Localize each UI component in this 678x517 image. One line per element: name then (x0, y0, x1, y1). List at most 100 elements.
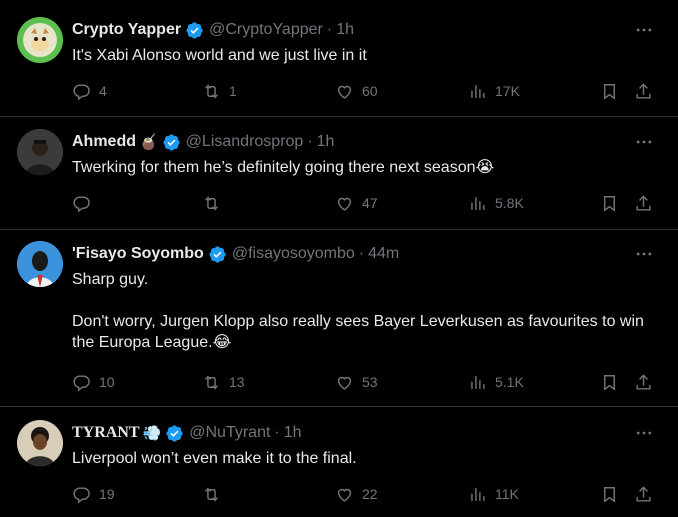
more-options-icon[interactable] (634, 20, 654, 40)
bookmark-button[interactable] (600, 81, 619, 101)
tweet-header: Ahmedd 🧉 @Lisandrosprop · 1h (72, 131, 334, 153)
tweet-3[interactable]: 'Fisayo Soyombo @fisayosoyombo · 44m Sha… (0, 230, 678, 407)
like-button[interactable]: 60 (335, 81, 378, 101)
like-button[interactable]: 53 (335, 372, 378, 392)
timestamp[interactable]: 44m (368, 245, 399, 263)
analytics-icon (471, 375, 485, 389)
author-handle[interactable]: @NuTyrant (189, 424, 270, 442)
timestamp[interactable]: 1h (336, 21, 354, 39)
tweet-header: Crypto Yapper @CryptoYapper · 1h (72, 19, 354, 41)
verified-badge-icon (163, 133, 180, 151)
verified-badge-icon (186, 21, 203, 39)
heart-icon (337, 376, 352, 390)
retweet-button[interactable]: 13 (202, 372, 245, 392)
like-button[interactable]: 47 (335, 193, 378, 213)
share-icon (636, 194, 651, 211)
share-button[interactable] (634, 81, 653, 101)
author-name[interactable]: 'Fisayo Soyombo (72, 245, 204, 263)
reply-count: 19 (99, 486, 115, 502)
like-button[interactable]: 22 (335, 484, 378, 504)
author-name[interactable]: Crypto Yapper (72, 21, 181, 39)
reply-button[interactable]: 19 (72, 484, 115, 504)
avatar[interactable] (17, 420, 63, 466)
author-handle[interactable]: @fisayosoyombo (232, 245, 355, 263)
analytics-icon (471, 84, 485, 98)
bookmark-button[interactable] (600, 372, 619, 392)
share-icon (636, 373, 651, 390)
tweet-text: Twerking for them he’s definitely going … (72, 159, 495, 176)
tweet-text: Sharp guy. Don't worry, Jurgen Klopp als… (72, 271, 644, 351)
view-count: 11K (495, 486, 519, 502)
share-button[interactable] (634, 484, 653, 504)
reply-button[interactable] (72, 193, 99, 213)
tweet-2[interactable]: Ahmedd 🧉 @Lisandrosprop · 1h Twerking fo… (0, 117, 678, 230)
heart-icon (337, 85, 352, 99)
heart-icon (337, 488, 352, 502)
analytics-icon (471, 487, 485, 501)
name-emoji: 🧉 (139, 134, 158, 151)
view-count: 17K (495, 83, 520, 99)
more-options-icon[interactable] (634, 244, 654, 264)
views-button[interactable]: 11K (468, 484, 519, 504)
bookmark-icon (604, 195, 615, 212)
retweet-button[interactable] (202, 193, 229, 213)
tweet-1[interactable]: Crypto Yapper @CryptoYapper · 1h It's Xa… (0, 0, 678, 117)
name-emoji: 💨 (142, 425, 162, 442)
author-handle[interactable]: @CryptoYapper (209, 21, 323, 39)
view-count: 5.1K (495, 374, 524, 390)
reply-icon (73, 374, 90, 391)
share-button[interactable] (634, 193, 653, 213)
author-handle[interactable]: @Lisandrosprop (186, 133, 304, 151)
views-button[interactable]: 17K (468, 81, 520, 101)
more-options-icon[interactable] (634, 423, 654, 443)
reply-button[interactable]: 4 (72, 81, 107, 101)
tweet-4[interactable]: TYRANT 💨 @NuTyrant · 1h Liverpool won’t … (0, 407, 678, 517)
tweet-actions: 47 5.8K (72, 193, 662, 213)
retweet-count: 1 (229, 83, 237, 99)
like-count: 47 (362, 195, 378, 211)
tweet-header: TYRANT 💨 @NuTyrant · 1h (72, 422, 302, 444)
bookmark-button[interactable] (600, 484, 619, 504)
tweet-text: Liverpool won’t even make it to the fina… (72, 450, 357, 467)
bookmark-icon (604, 486, 615, 503)
author-name[interactable]: Ahmedd (72, 133, 136, 151)
reply-count: 10 (99, 374, 115, 390)
verified-badge-icon (209, 245, 226, 263)
separator-dot: · (307, 133, 313, 150)
like-count: 22 (362, 486, 378, 502)
avatar-image (17, 420, 63, 466)
verified-badge-icon (166, 424, 183, 442)
analytics-icon (471, 196, 485, 210)
bookmark-icon (604, 374, 615, 391)
share-icon (636, 485, 651, 502)
timestamp[interactable]: 1h (317, 133, 335, 151)
reply-icon (73, 486, 90, 503)
separator-dot: · (326, 21, 333, 38)
retweet-button[interactable] (202, 484, 229, 504)
share-button[interactable] (634, 372, 653, 392)
tweet-actions: 19 22 11K (72, 484, 662, 504)
avatar[interactable] (17, 17, 63, 63)
timestamp[interactable]: 1h (284, 424, 302, 442)
heart-icon (337, 197, 352, 211)
share-icon (636, 82, 651, 99)
avatar-image (17, 241, 63, 287)
view-count: 5.8K (495, 195, 524, 211)
retweet-button[interactable]: 1 (202, 81, 237, 101)
views-button[interactable]: 5.8K (468, 193, 524, 213)
retweet-count: 13 (229, 374, 245, 390)
retweet-icon (205, 83, 218, 99)
like-count: 53 (362, 374, 378, 390)
bookmark-button[interactable] (600, 193, 619, 213)
avatar[interactable] (17, 129, 63, 175)
reply-icon (73, 83, 90, 100)
author-name[interactable]: TYRANT (72, 424, 140, 442)
bookmark-icon (604, 83, 615, 100)
avatar[interactable] (17, 241, 63, 287)
views-button[interactable]: 5.1K (468, 372, 524, 392)
reply-count: 4 (99, 83, 107, 99)
reply-button[interactable]: 10 (72, 372, 115, 392)
separator-dot: · (358, 245, 365, 262)
retweet-icon (205, 374, 218, 390)
more-options-icon[interactable] (634, 132, 654, 152)
